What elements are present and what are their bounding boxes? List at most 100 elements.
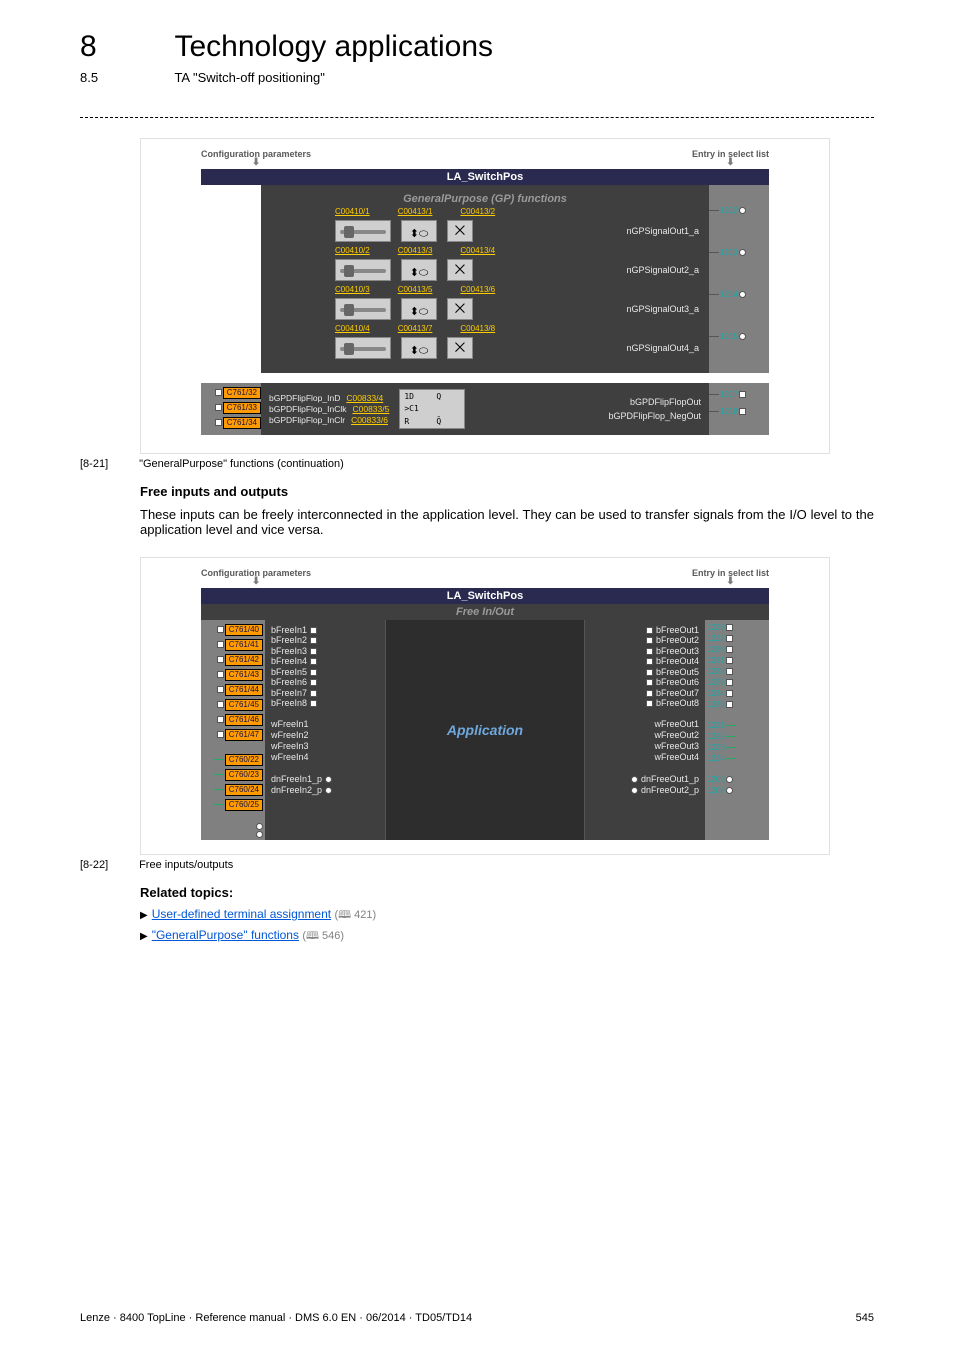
signal-label: bFreeIn7 bbox=[271, 688, 379, 698]
diagram-title: LA_SwitchPos bbox=[201, 169, 769, 185]
slider-block bbox=[335, 259, 391, 281]
signal-label: bFreeIn3 bbox=[271, 646, 379, 656]
port-tag[interactable]: C761/33 bbox=[223, 402, 261, 414]
param-link[interactable]: C00833/6 bbox=[351, 415, 388, 425]
chip-pin bbox=[432, 403, 464, 416]
port-number[interactable]: 1222 bbox=[707, 732, 725, 742]
param-link[interactable]: C00410/4 bbox=[335, 324, 370, 333]
bullet-triangle-icon: ▶ bbox=[140, 910, 148, 921]
arrow-down-icon: ⬇ bbox=[201, 159, 311, 167]
mult-block: ⨉ bbox=[447, 259, 473, 281]
signal-label: bFreeOut4 bbox=[591, 656, 699, 666]
port-tag[interactable]: C761/41 bbox=[225, 639, 263, 651]
port-number[interactable]: 1218 bbox=[720, 407, 738, 417]
signal-label: bFreeOut5 bbox=[591, 667, 699, 677]
port-number[interactable]: 1215 bbox=[720, 332, 738, 342]
figure-caption: Free inputs/outputs bbox=[139, 859, 233, 871]
port-number[interactable]: 1224 bbox=[707, 754, 725, 764]
chip-pin: Q̄ bbox=[432, 415, 464, 428]
divider bbox=[80, 117, 874, 118]
diagram-subtitle: Free In/Out bbox=[201, 604, 769, 620]
port-number[interactable]: 1233 bbox=[707, 678, 725, 688]
param-link[interactable]: C00413/7 bbox=[398, 324, 433, 333]
param-link[interactable]: C00410/1 bbox=[335, 207, 370, 216]
chip-pin: R bbox=[400, 415, 432, 428]
port-tag[interactable]: C761/45 bbox=[225, 699, 263, 711]
port-tag[interactable]: C760/22 bbox=[225, 754, 263, 766]
subsection-heading: Free inputs and outputs bbox=[140, 484, 874, 499]
slider-block bbox=[335, 298, 391, 320]
section-number: 8.5 bbox=[80, 70, 170, 85]
port-number[interactable]: 1234 bbox=[707, 689, 725, 699]
port-number[interactable]: 1221 bbox=[707, 721, 725, 731]
signal-label: wFreeIn3 bbox=[271, 741, 379, 752]
chapter-title: Technology applications bbox=[174, 30, 493, 64]
ff-output-label: bGPDFlipFlopOut bbox=[608, 397, 701, 407]
signal-label: dnFreeIn2_p bbox=[271, 785, 379, 795]
signal-label: bFreeIn2 bbox=[271, 635, 379, 645]
param-link[interactable]: C00413/8 bbox=[460, 324, 495, 333]
port-number[interactable]: 1206 bbox=[707, 786, 725, 796]
port-number[interactable]: 1212 bbox=[720, 206, 738, 216]
param-link[interactable]: C00413/5 bbox=[398, 285, 433, 294]
param-link[interactable]: C00413/2 bbox=[460, 207, 495, 216]
port-tag[interactable]: C761/43 bbox=[225, 669, 263, 681]
ff-input-label: bGPDFlipFlop_InD bbox=[269, 393, 340, 403]
output-signal: nGPSignalOut4_a bbox=[626, 343, 699, 353]
port-number[interactable]: 1235 bbox=[707, 700, 725, 710]
port-number[interactable]: 1214 bbox=[720, 290, 738, 300]
port-tag[interactable]: C760/25 bbox=[225, 799, 263, 811]
signal-label: dnFreeOut2_p bbox=[591, 785, 699, 795]
flipflop-chip: 1DQ>C1RQ̄ bbox=[399, 389, 465, 429]
port-tag[interactable]: C760/23 bbox=[225, 769, 263, 781]
port-number[interactable]: 1205 bbox=[707, 775, 725, 785]
port-number[interactable]: 1217 bbox=[720, 390, 738, 400]
port-number[interactable]: 1213 bbox=[720, 248, 738, 258]
param-link[interactable]: C00833/4 bbox=[346, 393, 383, 403]
port-number[interactable]: 1223 bbox=[707, 743, 725, 753]
port-number[interactable]: 1229 bbox=[707, 634, 725, 644]
mult-block: ⨉ bbox=[447, 298, 473, 320]
port-tag[interactable]: C761/47 bbox=[225, 729, 263, 741]
free-io-diagram: Configuration parameters⬇ Entry in selec… bbox=[140, 557, 830, 855]
signal-label: bFreeOut2 bbox=[591, 635, 699, 645]
param-link[interactable]: C00833/5 bbox=[352, 404, 389, 414]
param-link[interactable]: C00413/3 bbox=[398, 246, 433, 255]
port-tag[interactable]: C761/32 bbox=[223, 387, 261, 399]
port-tag[interactable]: C761/44 bbox=[225, 684, 263, 696]
chip-pin: Q bbox=[432, 390, 464, 403]
figure-number: [8-21] bbox=[80, 458, 136, 470]
output-signal: nGPSignalOut1_a bbox=[626, 226, 699, 236]
control-block: ⬍⬭ bbox=[401, 220, 437, 242]
port-tag[interactable]: C761/46 bbox=[225, 714, 263, 726]
signal-label: bFreeOut7 bbox=[591, 688, 699, 698]
port-number[interactable]: 1230 bbox=[707, 645, 725, 655]
signal-label: dnFreeIn1_p bbox=[271, 774, 379, 784]
ff-output-label: bGPDFlipFlop_NegOut bbox=[608, 411, 701, 421]
port-number[interactable]: 1232 bbox=[707, 667, 725, 677]
slider-block bbox=[335, 337, 391, 359]
param-link[interactable]: C00413/6 bbox=[460, 285, 495, 294]
port-tag[interactable]: C761/34 bbox=[223, 417, 261, 429]
param-link[interactable]: C00413/1 bbox=[398, 207, 433, 216]
port-number[interactable]: 1228 bbox=[707, 623, 725, 633]
arrow-down-icon: ⬇ bbox=[201, 578, 311, 586]
control-block: ⬍⬭ bbox=[401, 298, 437, 320]
page-reference: (🕮 546) bbox=[302, 930, 344, 942]
signal-label: bFreeIn5 bbox=[271, 667, 379, 677]
param-link[interactable]: C00410/2 bbox=[335, 246, 370, 255]
topic-link[interactable]: "GeneralPurpose" functions bbox=[152, 928, 299, 942]
port-number[interactable]: 1231 bbox=[707, 656, 725, 666]
port-tag[interactable]: C761/42 bbox=[225, 654, 263, 666]
ff-input-label: bGPDFlipFlop_InClk bbox=[269, 404, 346, 414]
port-tag[interactable]: C760/24 bbox=[225, 784, 263, 796]
param-link[interactable]: C00410/3 bbox=[335, 285, 370, 294]
signal-label: bFreeIn8 bbox=[271, 698, 379, 708]
port-tag[interactable]: C761/40 bbox=[225, 624, 263, 636]
signal-label: bFreeIn4 bbox=[271, 656, 379, 666]
topic-link[interactable]: User-defined terminal assignment bbox=[152, 907, 331, 921]
mult-block: ⨉ bbox=[447, 337, 473, 359]
signal-label: wFreeOut1 bbox=[591, 719, 699, 730]
param-link[interactable]: C00413/4 bbox=[460, 246, 495, 255]
signal-label: bFreeOut3 bbox=[591, 646, 699, 656]
